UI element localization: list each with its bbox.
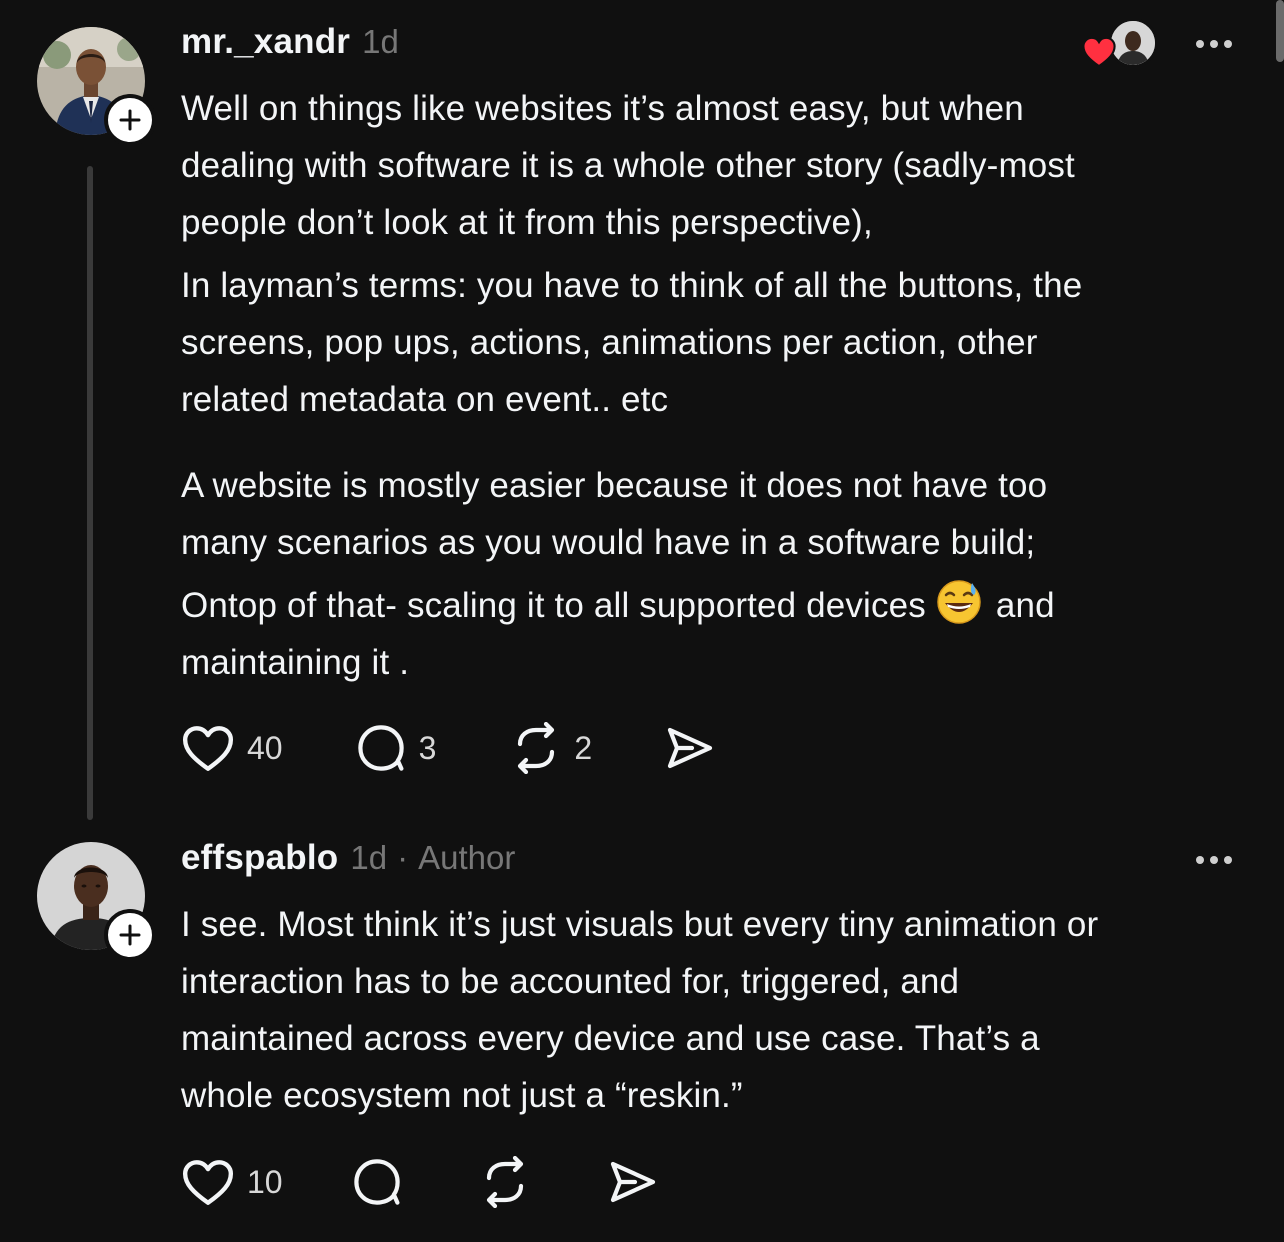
- like-count: 40: [247, 729, 283, 766]
- like-count: 10: [247, 1163, 283, 1200]
- dot: [1210, 856, 1218, 864]
- send-icon: [668, 727, 713, 769]
- dot: [1224, 40, 1232, 48]
- reply-button[interactable]: 3: [355, 722, 437, 774]
- scrollbar[interactable]: [1276, 0, 1284, 62]
- text-line: Ontop of that- scaling it to all support…: [181, 577, 1082, 634]
- text-line: interaction has to be accounted for, tri…: [181, 962, 960, 1001]
- repost-button[interactable]: [479, 1156, 543, 1208]
- comment-body: Well on things like websites it’s almost…: [181, 80, 1082, 691]
- heart-icon: [182, 726, 234, 771]
- comment-body: I see. Most think it’s just visuals but …: [181, 896, 1098, 1124]
- text-line: A website is mostly easier because it do…: [181, 466, 1048, 505]
- repost-icon: [486, 1156, 523, 1208]
- send-icon: [610, 1161, 655, 1203]
- like-button[interactable]: 40: [181, 723, 283, 773]
- share-button[interactable]: [664, 722, 716, 774]
- grinning-face-with-sweat-emoji: [937, 580, 981, 624]
- text-segment: and: [995, 586, 1055, 625]
- comment-bubble-icon: [357, 725, 404, 771]
- comment-header: mr._xandr 1d: [181, 22, 399, 62]
- text-line: Well on things like websites it’s almost…: [181, 89, 1024, 128]
- heart-filled-icon: [1082, 36, 1116, 68]
- follow-button[interactable]: [104, 94, 156, 146]
- text-line: people don’t look at it from this perspe…: [181, 203, 873, 242]
- dot: [1224, 856, 1232, 864]
- dot: [1196, 40, 1204, 48]
- more-options-button[interactable]: [1196, 40, 1232, 48]
- author-badge: Author: [418, 839, 516, 876]
- text-line: many scenarios as you would have in a so…: [181, 523, 1036, 562]
- action-bar: 40 3 2: [181, 722, 716, 774]
- text-line: related metadata on event.. etc: [181, 380, 669, 419]
- heart-icon: [182, 1160, 234, 1205]
- repost-button[interactable]: 2: [510, 722, 592, 774]
- username[interactable]: effspablo: [181, 838, 338, 878]
- plus-icon: [119, 924, 141, 946]
- follow-button[interactable]: [104, 909, 156, 961]
- timestamp: 1d: [350, 839, 388, 876]
- text-line: maintained across every device and use c…: [181, 1019, 1040, 1058]
- comment-bubble-icon: [353, 1159, 400, 1205]
- plus-icon: [119, 109, 141, 131]
- more-options-button[interactable]: [1196, 856, 1232, 864]
- share-button[interactable]: [607, 1156, 659, 1208]
- action-bar: 10: [181, 1156, 659, 1208]
- thread-line: [87, 166, 93, 820]
- text-line: dealing with software it is a whole othe…: [181, 146, 1075, 185]
- text-line: maintaining it .: [181, 643, 410, 682]
- reply-count: 3: [418, 729, 437, 766]
- comment-header: effspablo 1d · Author: [181, 838, 515, 878]
- text-line: whole ecosystem not just a “reskin.”: [181, 1076, 743, 1115]
- dot: [1210, 40, 1218, 48]
- text-line: I see. Most think it’s just visuals but …: [181, 905, 1099, 944]
- liked-by-author-indicator[interactable]: [1082, 18, 1158, 72]
- comment-2: effspablo 1d · Author I see. Most think …: [0, 820, 1284, 1242]
- repost-count: 2: [574, 729, 593, 766]
- like-button[interactable]: 10: [181, 1157, 283, 1207]
- text-segment: Ontop of that- scaling it to all support…: [181, 586, 926, 625]
- dot: [1196, 856, 1204, 864]
- reply-button[interactable]: [351, 1156, 415, 1208]
- text-line: In layman’s terms: you have to think of …: [181, 266, 1083, 305]
- comment-1: mr._xandr 1d Well on things like website…: [0, 0, 1284, 820]
- username[interactable]: mr._xandr: [181, 22, 350, 62]
- text-line: screens, pop ups, actions, animations pe…: [181, 323, 1038, 362]
- repost-icon: [518, 722, 555, 774]
- separator: ·: [397, 839, 409, 876]
- timestamp: 1d: [362, 23, 399, 60]
